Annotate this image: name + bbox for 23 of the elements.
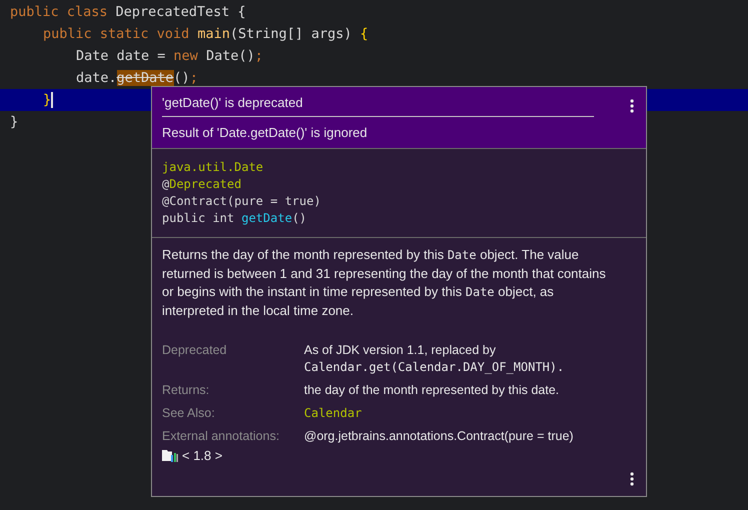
more-options-icon[interactable] [630, 472, 634, 486]
section-label: Returns: [162, 382, 210, 399]
code-line: } [10, 114, 18, 130]
section-value: @org.jetbrains.annotations.Contract(pure = true) [304, 428, 574, 445]
code-line: date.getDate(); [76, 70, 198, 86]
section-label: External annotations: [162, 428, 280, 445]
code-line: } [43, 92, 52, 108]
method-signature: java.util.Date @Deprecated @Contract(pure = true) public int getDate() [152, 149, 646, 238]
section-label: Deprecated [162, 342, 228, 359]
library-icon [162, 449, 178, 462]
section-value: the day of the month represented by this date. [304, 382, 560, 399]
code-line: public class DeprecatedTest { [10, 4, 246, 20]
more-options-icon[interactable] [630, 99, 634, 113]
code-line: public static void main(String[] args) { [43, 26, 368, 42]
problem-message: 'getDate()' is deprecated [162, 95, 594, 117]
reference-link[interactable]: Calendar [304, 405, 636, 422]
jdk-version: < 1.8 > [182, 448, 222, 463]
problem-message: Result of 'Date.getDate()' is ignored [162, 125, 368, 140]
description-text: Returns the day of the month represented by this Date object. The value returned is between 1 and 31 representing the day of the month that contains or begins with the instant in time represented by this Date object, as interpreted in the local time zone. [162, 246, 607, 320]
section-label: See Also: [162, 405, 216, 422]
section-value: As of JDK version 1.1, replaced by Calendar.get(Calendar.DAY_OF_MONTH). [304, 342, 566, 376]
code-line: Date date = new Date(); [76, 48, 263, 64]
text-caret [51, 92, 54, 108]
